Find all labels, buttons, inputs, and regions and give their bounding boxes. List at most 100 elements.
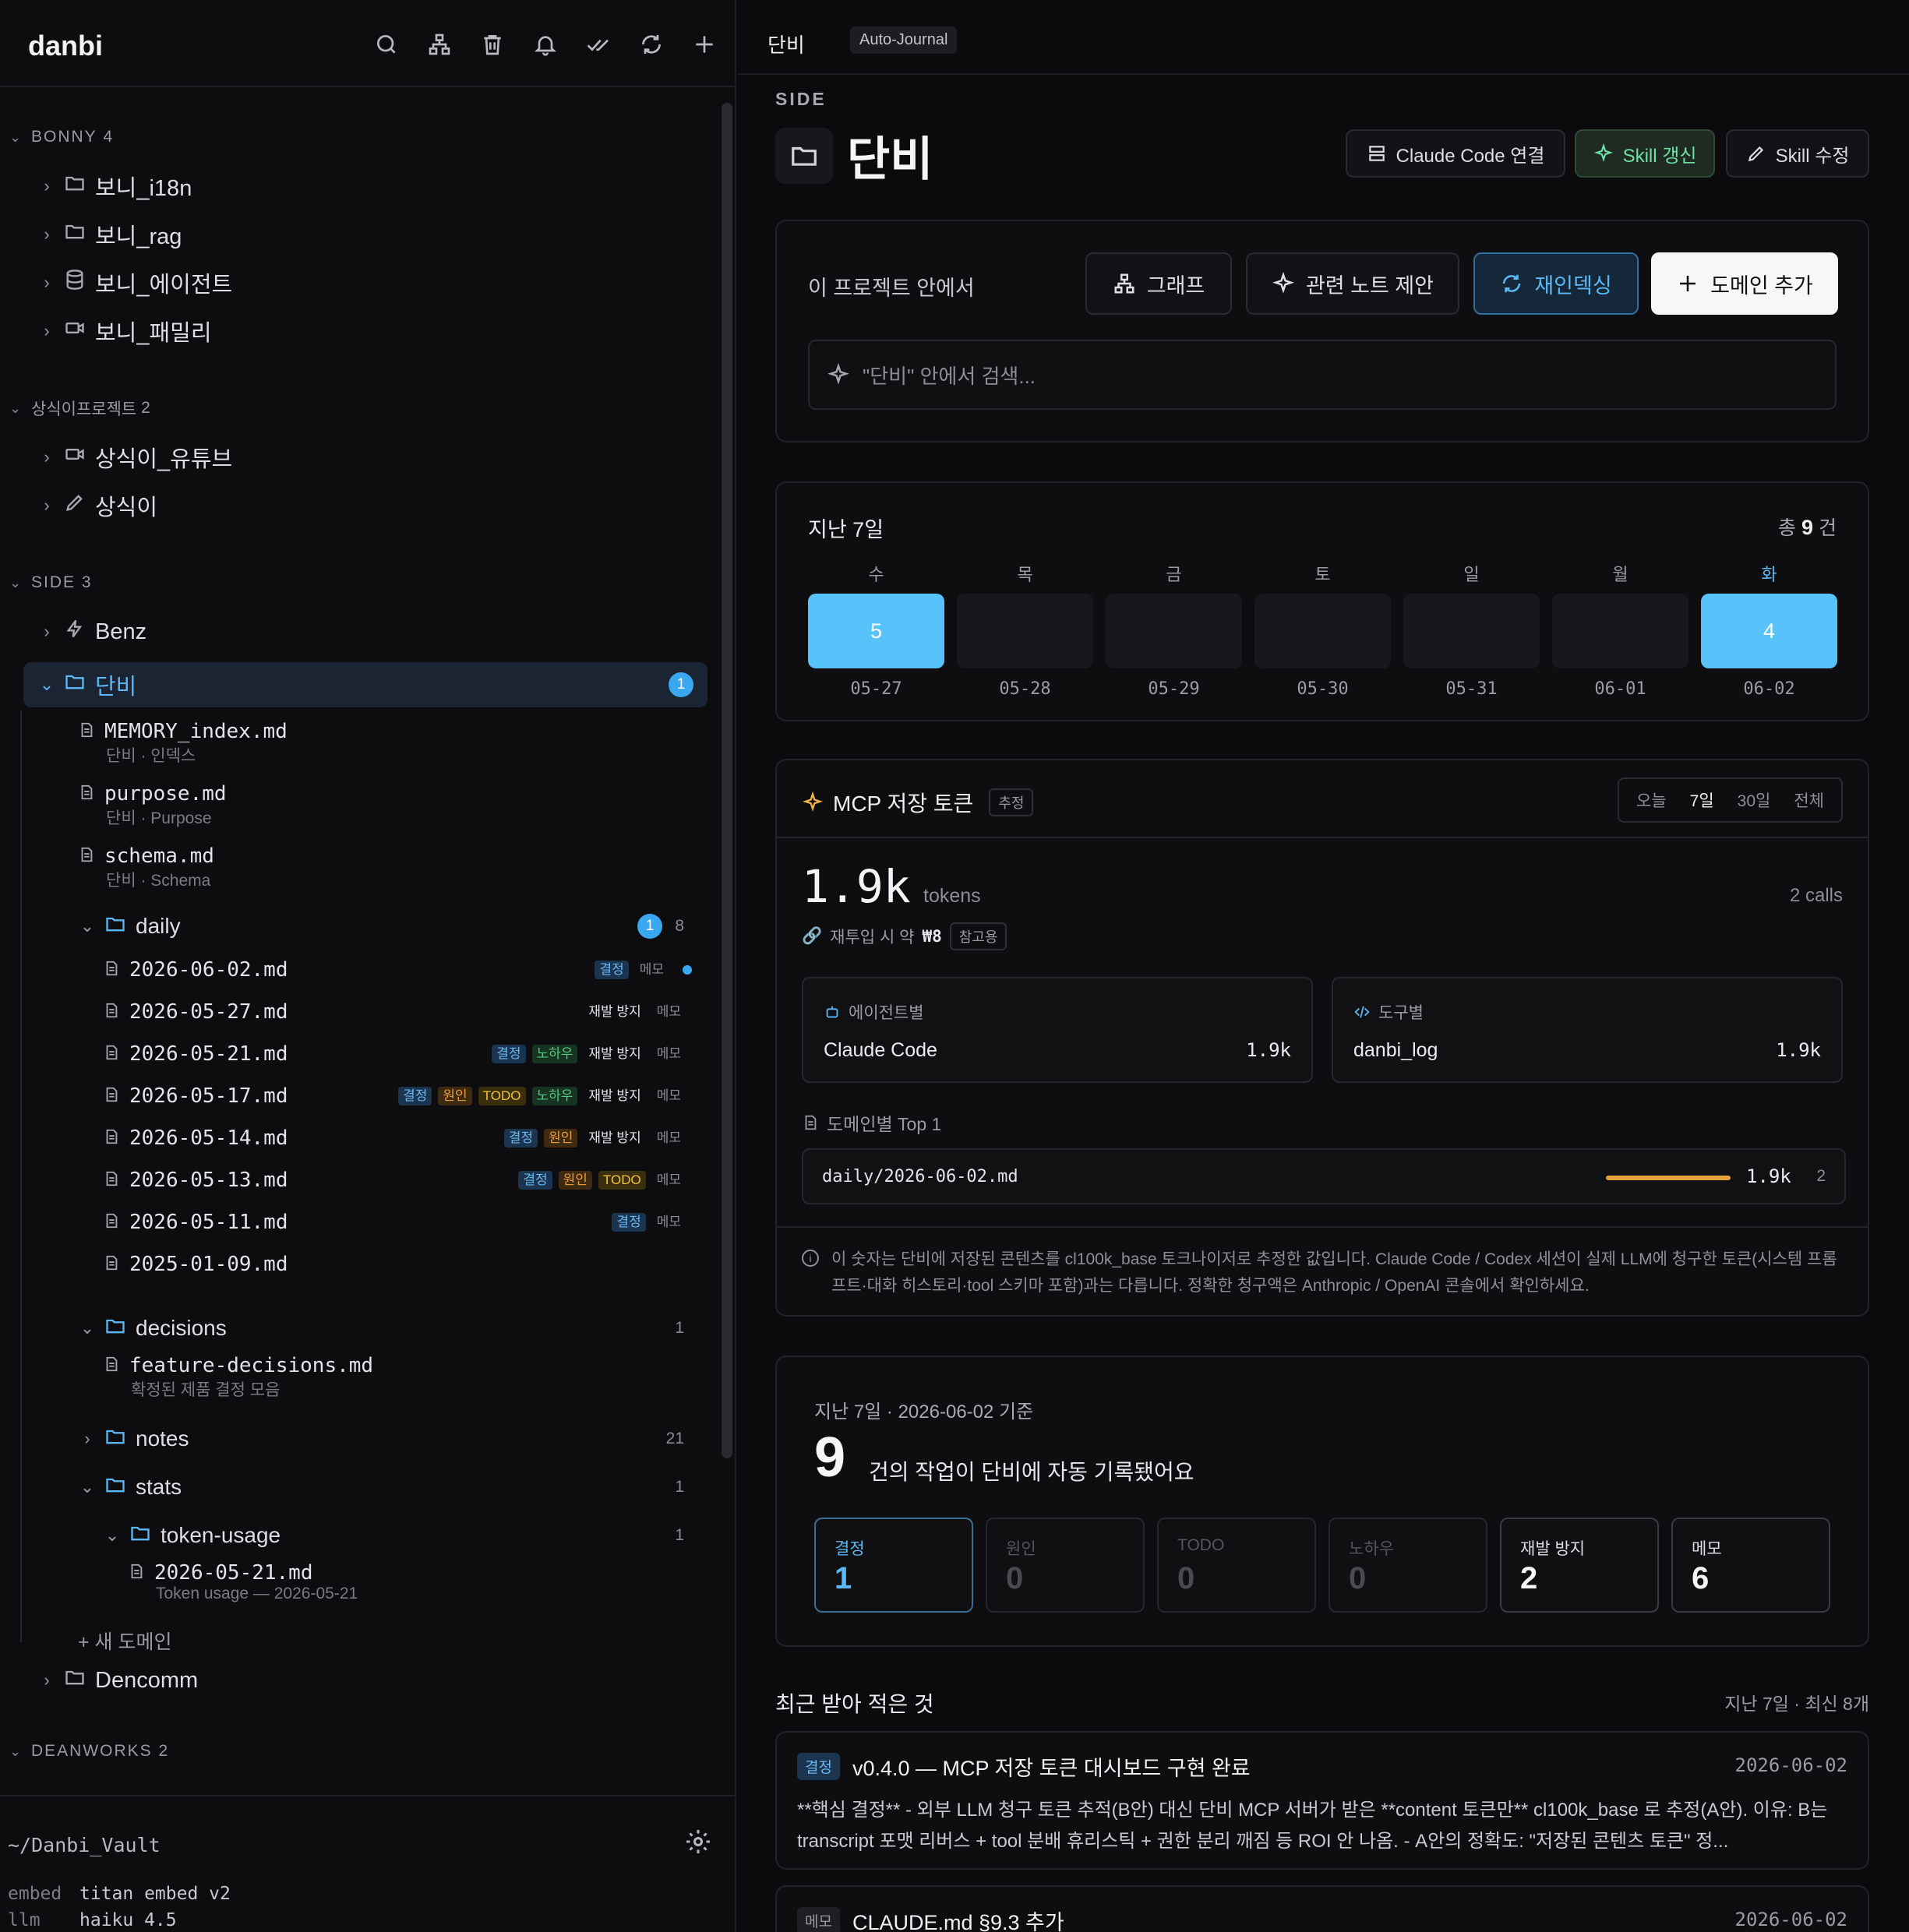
tag-decision: 결정 xyxy=(518,1171,552,1190)
daily-file-row[interactable]: 2026-05-17.md 결정 원인 TODO 노하우 재발 방지 메모 xyxy=(0,1078,709,1114)
folder-notes[interactable]: › notes 21 xyxy=(0,1421,709,1457)
breadcrumb[interactable]: 단비 xyxy=(767,30,805,58)
chevron-down-icon: ⌄ xyxy=(9,1743,23,1759)
chevron-right-icon: › xyxy=(44,622,50,641)
stat-value: 0 xyxy=(1349,1561,1367,1595)
daily-file-row[interactable]: 2026-06-02.md 결정 메모 xyxy=(0,952,709,988)
daily-file-row[interactable]: 2026-05-14.md 결정 원인 재발 방지 메모 xyxy=(0,1120,709,1156)
day-cell: 5 xyxy=(808,594,944,668)
day-column[interactable]: 금 05-29 xyxy=(1106,561,1242,699)
tag-memo: 메모 xyxy=(656,1046,681,1061)
group-side[interactable]: ⌄ SIDE 3 xyxy=(0,566,709,600)
file-icon xyxy=(103,1128,120,1149)
sidebar-item-bonny-agent[interactable]: › 보니_에이전트 xyxy=(0,265,709,301)
check-all-icon[interactable] xyxy=(585,31,612,58)
related-notes-button[interactable]: 관련 노트 제안 xyxy=(1246,252,1459,315)
vault-path[interactable]: ~/Danbi_Vault xyxy=(8,1834,161,1856)
file-purpose[interactable]: purpose.md 단비 · Purpose xyxy=(0,782,709,837)
daily-file-row[interactable]: 2025-01-09.md xyxy=(0,1246,709,1282)
sidebar-item-bonny-i18n[interactable]: › 보니_i18n xyxy=(0,168,709,204)
file-icon xyxy=(103,1356,120,1377)
bell-icon[interactable] xyxy=(532,31,559,58)
sidebar-scrollbar[interactable] xyxy=(722,103,732,1458)
daily-file-row[interactable]: 2026-05-13.md 결정 원인 TODO 메모 xyxy=(0,1162,709,1198)
plus-icon[interactable] xyxy=(691,31,718,58)
day-name: 수 xyxy=(868,565,884,584)
group-sangsik[interactable]: ⌄ 상식이프로젝트 2 xyxy=(0,391,709,425)
chevron-right-icon: › xyxy=(44,1670,50,1690)
sidebar-item-danbi[interactable]: ⌄ 단비 1 xyxy=(23,662,707,707)
daily-file-row[interactable]: 2026-05-21.md 결정 노하우 재발 방지 메모 xyxy=(0,1036,709,1072)
file-icon xyxy=(78,784,95,805)
recent-entry[interactable]: 결정 v0.4.0 — MCP 저장 토큰 대시보드 구현 완료 2026-06… xyxy=(775,1731,1869,1870)
sidebar-item-benz[interactable]: › Benz xyxy=(0,614,709,650)
day-column[interactable]: 수 5 05-27 xyxy=(808,561,944,699)
refresh-icon[interactable] xyxy=(638,31,665,58)
reindex-button[interactable]: 재인덱싱 xyxy=(1473,252,1639,315)
sidebar-item-bonny-rag[interactable]: › 보니_rag xyxy=(0,217,709,252)
token-disclaimer: i 이 숫자는 단비에 저장된 콘텐츠를 cl100k_base 토크나이저로 … xyxy=(777,1226,1868,1299)
journal-stat[interactable]: TODO 0 xyxy=(1157,1518,1316,1613)
claude-code-connect-button[interactable]: Claude Code 연결 xyxy=(1346,129,1565,178)
weekly-title: 지난 7일 xyxy=(808,518,884,541)
video-icon xyxy=(64,443,86,471)
daily-file-row[interactable]: 2026-05-27.md 재발 방지 메모 xyxy=(0,994,709,1030)
day-column[interactable]: 목 05-28 xyxy=(957,561,1093,699)
file-memory-index[interactable]: MEMORY_index.md 단비 · 인덱스 xyxy=(0,720,709,774)
daily-file-row[interactable]: 2026-05-11.md 결정 메모 xyxy=(0,1204,709,1240)
range-7d[interactable]: 7일 xyxy=(1682,784,1722,816)
project-search-input[interactable]: "단비" 안에서 검색... xyxy=(808,340,1837,410)
bolt-icon xyxy=(64,618,86,646)
range-all[interactable]: 전체 xyxy=(1786,784,1832,816)
journal-stat[interactable]: 메모 6 xyxy=(1671,1518,1830,1613)
folder-stats[interactable]: ⌄ stats 1 xyxy=(0,1469,709,1505)
group-bonny[interactable]: ⌄ BONNY 4 xyxy=(0,120,709,154)
sidebar-item-bonny-family[interactable]: › 보니_패밀리 xyxy=(0,313,709,349)
trash-icon[interactable] xyxy=(479,31,506,58)
by-tool-card: 도구별 danbi_log 1.9k xyxy=(1332,977,1843,1083)
tag-decision: 결정 xyxy=(595,961,629,979)
domain-top-row[interactable]: daily/2026-06-02.md 1.9k 2 xyxy=(802,1148,1846,1204)
graph-icon[interactable] xyxy=(426,31,453,58)
range-today[interactable]: 오늘 xyxy=(1628,784,1674,816)
reinput-cost: 🔗 재투입 시 약 ₩8 참고용 xyxy=(802,922,1007,950)
day-column[interactable]: 화 4 06-02 xyxy=(1701,561,1837,699)
journal-stat[interactable]: 재발 방지 2 xyxy=(1500,1518,1659,1613)
journal-stat[interactable]: 결정 1 xyxy=(814,1518,973,1613)
day-column[interactable]: 일 05-31 xyxy=(1403,561,1540,699)
skill-edit-button[interactable]: Skill 수정 xyxy=(1726,129,1869,178)
file-icon xyxy=(103,1044,120,1065)
tag-decision: 결정 xyxy=(503,1129,538,1148)
folder-daily[interactable]: ⌄ daily 1 8 xyxy=(0,908,709,944)
journal-stat[interactable]: 원인 0 xyxy=(986,1518,1145,1613)
sparkle-icon xyxy=(802,791,824,812)
sidebar-item-dencomm[interactable]: › Dencomm xyxy=(0,1662,709,1698)
sidebar-header: danbi xyxy=(0,0,736,87)
file-schema[interactable]: schema.md 단비 · Schema xyxy=(0,844,709,899)
reference-badge: 참고용 xyxy=(949,922,1007,950)
tag-prevent: 재발 방지 xyxy=(588,1046,641,1061)
new-domain-button[interactable]: + 새 도메인 xyxy=(0,1625,709,1656)
file-token-usage[interactable]: 2026-05-21.md Token usage — 2026-05-21 xyxy=(0,1561,709,1616)
folder-token-usage[interactable]: ⌄ token-usage 1 xyxy=(0,1518,709,1553)
group-deanworks[interactable]: ⌄ DEANWORKS 2 xyxy=(0,1734,709,1768)
day-column[interactable]: 토 05-30 xyxy=(1254,561,1391,699)
day-name: 일 xyxy=(1463,565,1480,584)
range-30d[interactable]: 30일 xyxy=(1730,784,1779,816)
stat-label: 노하우 xyxy=(1349,1540,1394,1558)
file-feature-decisions[interactable]: feature-decisions.md 확정된 제품 결정 모음 xyxy=(0,1354,709,1408)
folder-decisions[interactable]: ⌄ decisions 1 xyxy=(0,1310,709,1346)
skill-refresh-button[interactable]: Skill 갱신 xyxy=(1575,129,1715,178)
sidebar-item-sangsik-youtube[interactable]: › 상식이_유튜브 xyxy=(0,439,709,475)
refresh-icon xyxy=(1503,274,1521,293)
sidebar-item-sangsik[interactable]: › 상식이 xyxy=(0,488,709,524)
day-column[interactable]: 월 06-01 xyxy=(1552,561,1688,699)
day-date: 06-01 xyxy=(1594,679,1646,699)
add-domain-button[interactable]: 도메인 추가 xyxy=(1651,252,1838,315)
search-icon[interactable] xyxy=(373,31,400,58)
gear-icon[interactable] xyxy=(684,1828,712,1860)
journal-stat[interactable]: 노하우 0 xyxy=(1329,1518,1487,1613)
recent-entry[interactable]: 메모 CLAUDE.md §9.3 추가 2026-06-02 xyxy=(775,1885,1869,1932)
token-card-title: MCP 저장 토큰 xyxy=(833,791,974,816)
graph-button[interactable]: 그래프 xyxy=(1085,252,1232,315)
